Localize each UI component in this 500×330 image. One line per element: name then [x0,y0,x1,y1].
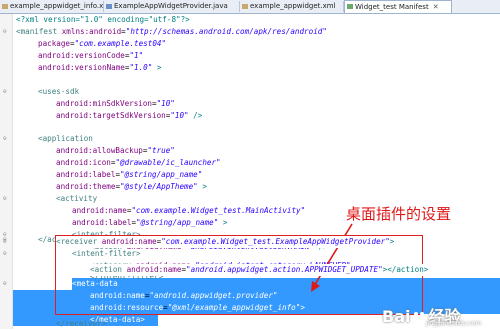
code-line: android:name="android.appwidget.provider… [90,291,278,300]
fold-toggle-icon[interactable]: ⊖ [3,248,7,260]
code-line: android:resource="@xml/example_appwidget… [90,303,305,312]
paw-icon [413,312,426,323]
code-line: <intent-filter> [72,249,141,258]
fold-toggle-icon[interactable]: ⊖ [3,236,7,248]
code-line: </receiver> [56,319,107,328]
code-line: <receiver android:name="com.example.Widg… [56,236,395,248]
code-line: <meta-data [72,279,118,288]
code-line: <action android:name="android.appwidget.… [90,264,429,276]
fold-toggle-icon[interactable]: ⊖ [3,278,7,290]
watermark-url: jingyan.baidu.com [426,320,482,327]
